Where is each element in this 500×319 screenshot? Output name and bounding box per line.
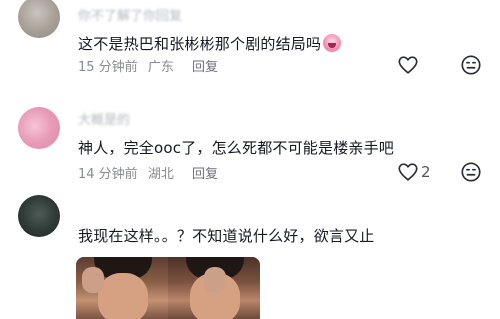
- crying-face-emoji-icon: [323, 34, 342, 52]
- avatar[interactable]: [18, 107, 60, 149]
- image-frame: [168, 257, 260, 319]
- comment-time: 14 分钟前: [78, 167, 138, 182]
- reply-button[interactable]: 回复: [192, 60, 218, 75]
- comment-username[interactable]: 大概是的: [78, 109, 130, 128]
- heart-outline-icon[interactable]: [397, 54, 419, 76]
- comment-text: 神人，完全ooc了，怎么死都不可能是楼亲手吧: [78, 139, 395, 157]
- comment-meta: 15 分钟前 广东 回复: [78, 56, 224, 75]
- avatar[interactable]: [18, 195, 60, 237]
- comment-time: 15 分钟前: [78, 60, 138, 75]
- dislike-face-icon[interactable]: [460, 161, 482, 183]
- avatar[interactable]: [18, 0, 60, 38]
- image-frame: [76, 257, 168, 319]
- comment-username[interactable]: 你不了解了你回复: [78, 5, 182, 24]
- heart-outline-icon[interactable]: [397, 161, 419, 183]
- comment-meta: 14 分钟前 湖北 回复: [78, 163, 224, 182]
- comment-text: 这不是热巴和张彬彬那个剧的结局吗: [78, 33, 342, 54]
- comment-text-content: 这不是热巴和张彬彬那个剧的结局吗: [78, 35, 322, 53]
- like-count: 2: [421, 163, 431, 181]
- dislike-face-icon[interactable]: [460, 54, 482, 76]
- comment-location: 广东: [147, 60, 174, 75]
- comment-location: 湖北: [147, 167, 174, 182]
- reply-button[interactable]: 回复: [192, 167, 218, 182]
- comment-text: 我现在这样。。？不知道说什么好，欲言又止: [78, 227, 375, 245]
- comment-image[interactable]: [76, 257, 260, 319]
